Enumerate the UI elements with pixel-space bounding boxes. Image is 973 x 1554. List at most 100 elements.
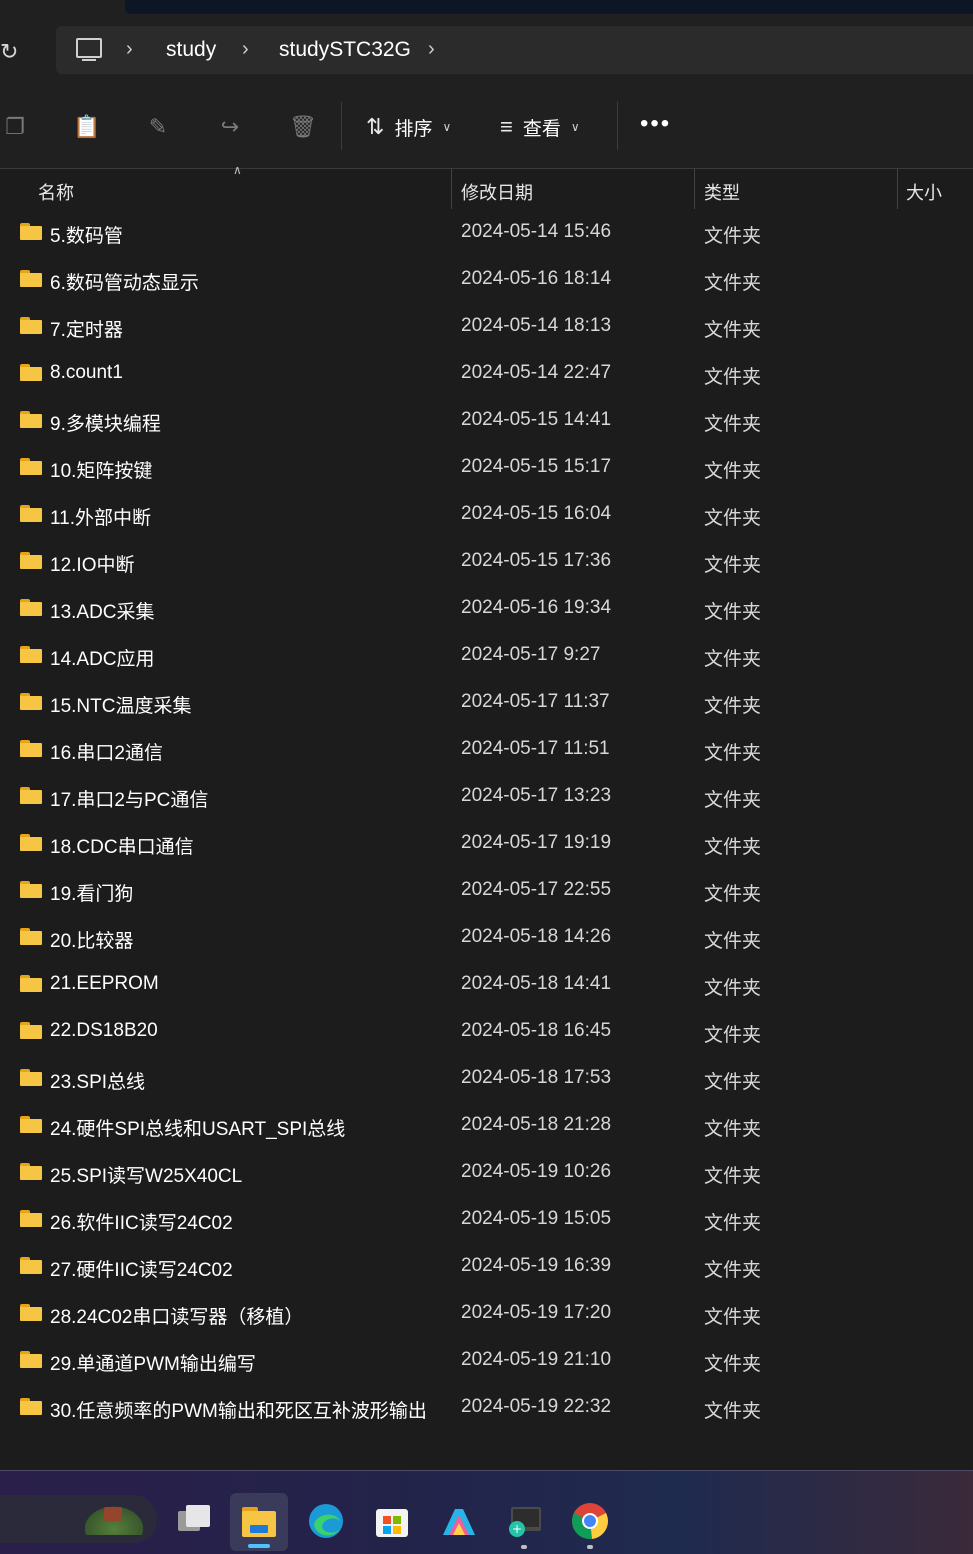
table-row[interactable]: 20.比较器 2024-05-18 14:26 文件夹	[0, 914, 973, 961]
file-name[interactable]: 7.定时器	[50, 315, 123, 342]
file-name[interactable]: 22.DS18B20	[50, 1020, 158, 1042]
column-divider[interactable]	[451, 169, 452, 209]
file-name[interactable]: 15.NTC温度采集	[50, 691, 191, 718]
paste-icon[interactable]: 📋	[73, 114, 100, 140]
column-date-header[interactable]: 修改日期	[461, 179, 533, 205]
chevron-right-icon[interactable]: ›	[242, 36, 249, 62]
sort-ascending-icon: ∧	[233, 163, 242, 177]
file-modified-date: 2024-05-15 17:36	[461, 550, 612, 571]
sort-button[interactable]: ⇅ 排序 ∨	[366, 112, 451, 142]
folder-icon	[20, 928, 42, 945]
file-name[interactable]: 8.count1	[50, 362, 123, 384]
table-row[interactable]: 10.矩阵按键 2024-05-15 15:17 文件夹	[0, 444, 973, 491]
table-row[interactable]: 29.单通道PWM输出编写 2024-05-19 21:10 文件夹	[0, 1337, 973, 1384]
folder-icon	[20, 505, 42, 522]
chrome-icon[interactable]	[570, 1501, 610, 1541]
file-name[interactable]: 16.串口2通信	[50, 738, 163, 765]
file-modified-date: 2024-05-14 18:13	[461, 315, 612, 336]
task-view-icon[interactable]	[174, 1501, 214, 1541]
file-name[interactable]: 13.ADC采集	[50, 597, 155, 624]
tab-strip	[125, 0, 973, 14]
share-icon[interactable]: ↪	[217, 114, 243, 140]
column-divider[interactable]	[694, 169, 695, 209]
table-row[interactable]: 12.IO中断 2024-05-15 17:36 文件夹	[0, 538, 973, 585]
file-modified-date: 2024-05-19 21:10	[461, 1349, 612, 1370]
table-row[interactable]: 9.多模块编程 2024-05-15 14:41 文件夹	[0, 397, 973, 444]
table-row[interactable]: 15.NTC温度采集 2024-05-17 11:37 文件夹	[0, 679, 973, 726]
breadcrumb-studystc32g[interactable]: studySTC32G	[279, 36, 411, 64]
table-row[interactable]: 6.数码管动态显示 2024-05-16 18:14 文件夹	[0, 256, 973, 303]
file-name[interactable]: 11.外部中断	[50, 503, 151, 530]
file-name[interactable]: 17.串口2与PC通信	[50, 785, 208, 812]
more-options-icon[interactable]: •••	[640, 112, 670, 142]
file-name[interactable]: 27.硬件IIC读写24C02	[50, 1255, 233, 1282]
breadcrumb-study[interactable]: study	[166, 36, 216, 64]
address-row: ↻ › study › studySTC32G ›	[0, 16, 973, 86]
file-name[interactable]: 6.数码管动态显示	[50, 268, 199, 295]
file-name[interactable]: 23.SPI总线	[50, 1067, 145, 1094]
table-row[interactable]: 11.外部中断 2024-05-15 16:04 文件夹	[0, 491, 973, 538]
file-name[interactable]: 20.比较器	[50, 926, 133, 953]
file-name[interactable]: 12.IO中断	[50, 550, 134, 577]
file-name[interactable]: 21.EEPROM	[50, 973, 159, 995]
table-row[interactable]: 13.ADC采集 2024-05-16 19:34 文件夹	[0, 585, 973, 632]
table-row[interactable]: 21.EEPROM 2024-05-18 14:41 文件夹	[0, 961, 973, 1008]
refresh-icon[interactable]: ↻	[0, 40, 24, 64]
column-size-header[interactable]: 大小	[906, 179, 942, 205]
widgets-button[interactable]	[0, 1495, 157, 1543]
file-name[interactable]: 28.24C02串口读写器（移植）	[50, 1302, 303, 1329]
edge-icon[interactable]	[306, 1501, 346, 1541]
file-name[interactable]: 10.矩阵按键	[50, 456, 152, 483]
table-row[interactable]: 17.串口2与PC通信 2024-05-17 13:23 文件夹	[0, 773, 973, 820]
column-name-header[interactable]: 名称	[38, 179, 74, 205]
chevron-right-icon[interactable]: ›	[428, 36, 435, 62]
file-name[interactable]: 26.软件IIC读写24C02	[50, 1208, 233, 1235]
file-name[interactable]: 25.SPI读写W25X40CL	[50, 1161, 242, 1188]
file-modified-date: 2024-05-17 11:51	[461, 738, 610, 759]
snipping-tool-icon[interactable]: +	[505, 1501, 545, 1541]
file-name[interactable]: 9.多模块编程	[50, 409, 161, 436]
table-row[interactable]: 30.任意频率的PWM输出和死区互补波形输出 2024-05-19 22:32 文件…	[0, 1384, 973, 1431]
table-row[interactable]: 25.SPI读写W25X40CL 2024-05-19 10:26 文件夹	[0, 1149, 973, 1196]
chevron-right-icon[interactable]: ›	[126, 36, 133, 62]
delete-icon[interactable]: 🗑	[289, 114, 317, 140]
file-modified-date: 2024-05-15 14:41	[461, 409, 612, 430]
copy-icon[interactable]: ❐	[2, 114, 28, 140]
file-modified-date: 2024-05-16 18:14	[461, 268, 612, 289]
table-row[interactable]: 8.count1 2024-05-14 22:47 文件夹	[0, 350, 973, 397]
column-type-header[interactable]: 类型	[704, 179, 740, 205]
column-divider[interactable]	[897, 169, 898, 209]
table-row[interactable]: 16.串口2通信 2024-05-17 11:51 文件夹	[0, 726, 973, 773]
rename-icon[interactable]: ✎	[145, 114, 171, 140]
file-explorer-icon[interactable]	[239, 1501, 279, 1541]
table-row[interactable]: 7.定时器 2024-05-14 18:13 文件夹	[0, 303, 973, 350]
toolbar-divider	[617, 102, 618, 150]
table-row[interactable]: 27.硬件IIC读写24C02 2024-05-19 16:39 文件夹	[0, 1243, 973, 1290]
file-list: 5.数码管 2024-05-14 15:46 文件夹 6.数码管动态显示 2024-05…	[0, 209, 973, 1431]
file-name[interactable]: 24.硬件SPI总线和USART_SPI总线	[50, 1114, 345, 1141]
file-name[interactable]: 18.CDC串口通信	[50, 832, 194, 859]
table-row[interactable]: 5.数码管 2024-05-14 15:46 文件夹	[0, 209, 973, 256]
file-name[interactable]: 19.看门狗	[50, 879, 133, 906]
table-row[interactable]: 26.软件IIC读写24C02 2024-05-19 15:05 文件夹	[0, 1196, 973, 1243]
table-row[interactable]: 14.ADC应用 2024-05-17 9:27 文件夹	[0, 632, 973, 679]
folder-icon	[20, 270, 42, 287]
address-bar[interactable]: › study › studySTC32G ›	[56, 26, 973, 74]
file-type: 文件夹	[704, 1119, 762, 1140]
table-row[interactable]: 28.24C02串口读写器（移植） 2024-05-19 17:20 文件夹	[0, 1290, 973, 1337]
file-name[interactable]: 5.数码管	[50, 221, 123, 248]
file-modified-date: 2024-05-17 9:27	[461, 644, 601, 665]
computer-icon[interactable]	[76, 38, 102, 61]
file-name[interactable]: 29.单通道PWM输出编写	[50, 1349, 256, 1376]
table-row[interactable]: 19.看门狗 2024-05-17 22:55 文件夹	[0, 867, 973, 914]
table-row[interactable]: 18.CDC串口通信 2024-05-17 19:19 文件夹	[0, 820, 973, 867]
table-row[interactable]: 24.硬件SPI总线和USART_SPI总线 2024-05-18 21:28 文件…	[0, 1102, 973, 1149]
view-button[interactable]: ≡ 查看 ∨	[500, 112, 580, 142]
table-row[interactable]: 23.SPI总线 2024-05-18 17:53 文件夹	[0, 1055, 973, 1102]
file-name[interactable]: 14.ADC应用	[50, 644, 155, 671]
store-icon[interactable]	[372, 1501, 412, 1541]
folder-icon	[20, 599, 42, 616]
photos-icon[interactable]	[439, 1501, 479, 1541]
file-name[interactable]: 30.任意频率的PWM输出和死区互补波形输出	[50, 1396, 427, 1423]
table-row[interactable]: 22.DS18B20 2024-05-18 16:45 文件夹	[0, 1008, 973, 1055]
